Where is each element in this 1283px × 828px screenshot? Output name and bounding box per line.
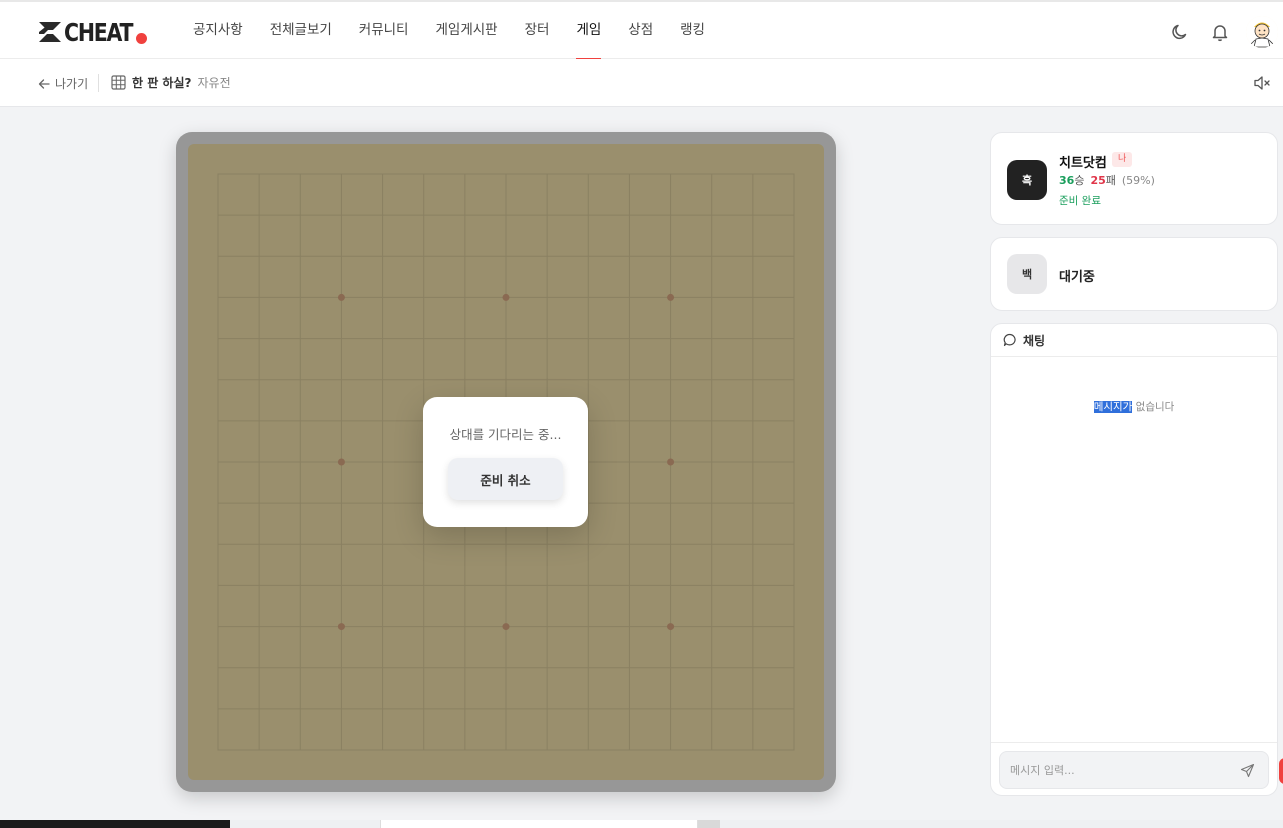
logo-dot bbox=[136, 33, 147, 44]
star-point bbox=[337, 293, 345, 301]
floating-action-edge[interactable] bbox=[1279, 758, 1283, 784]
star-point bbox=[667, 458, 675, 466]
chat-empty-rest: 없습니다 bbox=[1132, 401, 1175, 413]
chat-panel: 채팅 메시지가 없습니다 bbox=[990, 323, 1278, 796]
chat-empty-highlight: 메시지가 bbox=[1093, 401, 1133, 413]
chat-title: 채팅 bbox=[1023, 333, 1046, 348]
star-point bbox=[337, 458, 345, 466]
nav-item-market[interactable]: 장터 bbox=[525, 2, 550, 59]
game-subbar: 나가기 한 판 하실? 자유전 bbox=[0, 59, 1283, 107]
nav-item-community[interactable]: 커뮤니티 bbox=[359, 2, 409, 59]
cancel-ready-button[interactable]: 준비 취소 bbox=[448, 458, 563, 500]
arrow-left-icon bbox=[38, 78, 50, 89]
send-icon[interactable] bbox=[1240, 763, 1255, 778]
moon-icon[interactable] bbox=[1170, 22, 1190, 42]
star-point bbox=[667, 623, 675, 631]
chat-input[interactable] bbox=[1010, 761, 1230, 779]
player-card-black: 흑 치트닷컴 나 36승 25패 (59%) 준비 완료 bbox=[990, 132, 1278, 225]
avatar[interactable] bbox=[1246, 16, 1278, 48]
bottom-strip-card bbox=[380, 820, 698, 828]
game-title-area: 한 판 하실? 자유전 bbox=[111, 74, 231, 91]
waiting-status: 대기중 bbox=[1059, 270, 1095, 285]
bottom-strip-gray bbox=[698, 820, 720, 828]
nav-item-ranking[interactable]: 랭킹 bbox=[680, 2, 705, 59]
nav-item-all-posts[interactable]: 전체글보기 bbox=[270, 2, 332, 59]
nav-item-notice[interactable]: 공지사항 bbox=[193, 2, 243, 59]
me-tag: 나 bbox=[1112, 152, 1133, 167]
star-point bbox=[667, 293, 675, 301]
nav-item-game-board[interactable]: 게임게시판 bbox=[435, 2, 497, 59]
star-point bbox=[502, 293, 510, 301]
divider bbox=[98, 74, 99, 92]
exit-label: 나가기 bbox=[55, 77, 89, 91]
game-mode: 자유전 bbox=[197, 76, 231, 90]
chat-header: 채팅 bbox=[991, 324, 1277, 357]
losses-count: 25 bbox=[1090, 174, 1106, 187]
logo-mark-icon bbox=[39, 22, 61, 42]
black-stone-badge: 흑 bbox=[1007, 160, 1047, 200]
site-logo[interactable]: CHEAT bbox=[38, 17, 147, 47]
exit-button[interactable]: 나가기 bbox=[38, 75, 88, 92]
chat-input-box bbox=[999, 751, 1269, 789]
chat-bubble-icon bbox=[1003, 333, 1016, 347]
logo-text: CHEAT bbox=[64, 17, 134, 47]
game-title: 한 판 하실? bbox=[132, 76, 192, 90]
speaker-muted-icon[interactable] bbox=[1253, 75, 1271, 91]
white-stone-badge: 백 bbox=[1007, 254, 1047, 294]
grid-icon bbox=[111, 75, 126, 90]
main-nav: 공지사항 전체글보기 커뮤니티 게임게시판 장터 게임 상점 랭킹 bbox=[193, 2, 732, 60]
chat-empty-message: 메시지가 없습니다 bbox=[991, 399, 1277, 414]
avatar-character-icon bbox=[1246, 16, 1278, 48]
star-point bbox=[337, 623, 345, 631]
losses-unit: 패 bbox=[1105, 174, 1116, 187]
nav-item-shop[interactable]: 상점 bbox=[628, 2, 653, 59]
bottom-strip bbox=[0, 820, 1283, 828]
ready-status: 준비 완료 bbox=[1059, 195, 1101, 207]
star-point bbox=[502, 623, 510, 631]
player-name: 치트닷컴 bbox=[1059, 156, 1107, 171]
chat-footer-divider bbox=[991, 742, 1277, 743]
waiting-message: 상대를 기다리는 중... bbox=[449, 427, 562, 442]
top-navigation-bar: CHEAT 공지사항 전체글보기 커뮤니티 게임게시판 장터 게임 상점 랭킹 bbox=[0, 0, 1283, 60]
win-rate: (59%) bbox=[1121, 174, 1155, 187]
player-record: 36승 25패 (59%) bbox=[1059, 172, 1155, 188]
waiting-dialog: 상대를 기다리는 중... 준비 취소 bbox=[423, 397, 588, 527]
bottom-strip-dark bbox=[0, 820, 230, 828]
wins-count: 36 bbox=[1059, 174, 1075, 187]
wins-unit: 승 bbox=[1074, 174, 1085, 187]
player-card-white: 백 대기중 bbox=[990, 237, 1278, 311]
bell-icon[interactable] bbox=[1210, 22, 1230, 42]
nav-item-game[interactable]: 게임 bbox=[576, 2, 601, 60]
